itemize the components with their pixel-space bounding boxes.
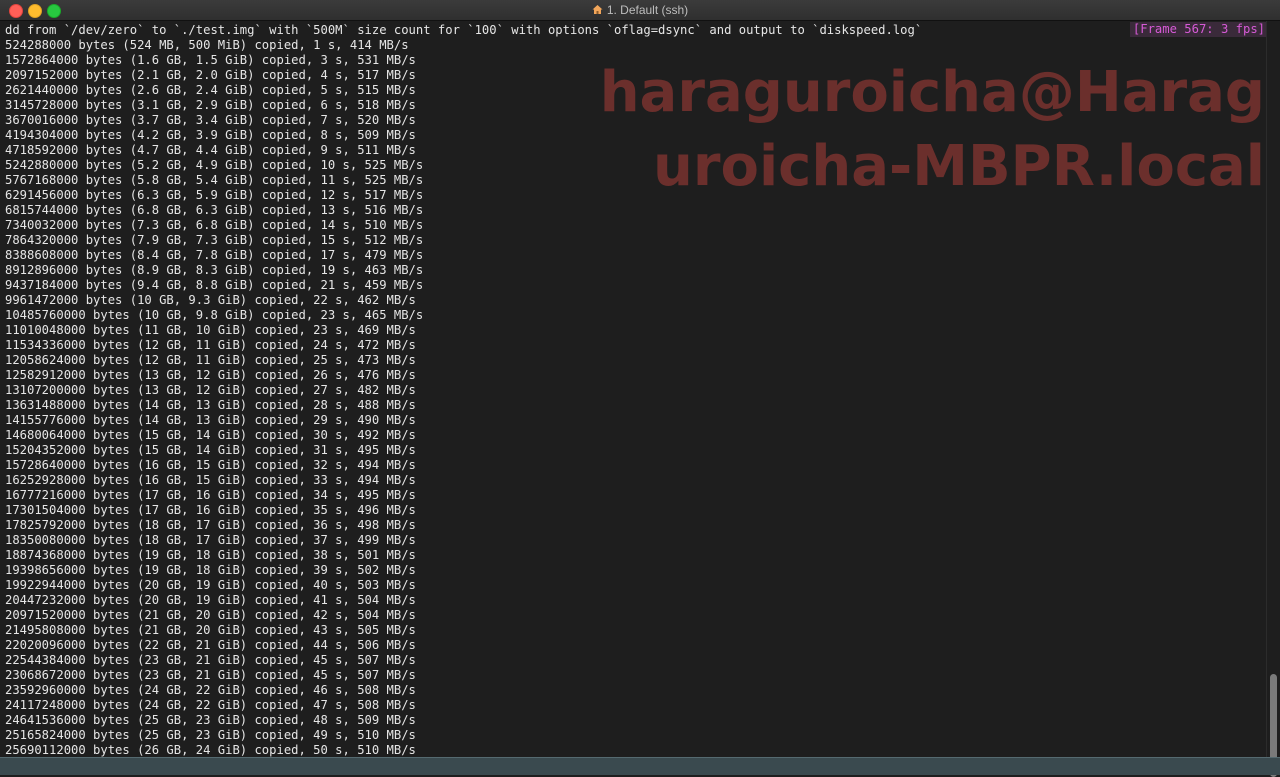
- terminal-line: 17825792000 bytes (18 GB, 17 GiB) copied…: [5, 518, 416, 532]
- watermark-line-2: uroicha-MBPR.local: [653, 134, 1265, 199]
- terminal-line: 14680064000 bytes (15 GB, 14 GiB) copied…: [5, 428, 416, 442]
- hostname-watermark: haraguroicha@Harag uroicha-MBPR.local: [600, 56, 1265, 204]
- terminal-line: 8912896000 bytes (8.9 GB, 8.3 GiB) copie…: [5, 263, 424, 277]
- terminal-line: 16777216000 bytes (17 GB, 16 GiB) copied…: [5, 488, 416, 502]
- window-title-area: 1. Default (ssh): [0, 3, 1280, 17]
- terminal-line: 13107200000 bytes (13 GB, 12 GiB) copied…: [5, 383, 416, 397]
- terminal-line: 25165824000 bytes (25 GB, 23 GiB) copied…: [5, 728, 416, 742]
- terminal-line: 524288000 bytes (524 MB, 500 MiB) copied…: [5, 38, 409, 52]
- terminal-line: 19398656000 bytes (19 GB, 18 GiB) copied…: [5, 563, 416, 577]
- terminal-line: 19922944000 bytes (20 GB, 19 GiB) copied…: [5, 578, 416, 592]
- terminal-line: 24641536000 bytes (25 GB, 23 GiB) copied…: [5, 713, 416, 727]
- terminal-line: 15728640000 bytes (16 GB, 15 GiB) copied…: [5, 458, 416, 472]
- terminal-line: 8388608000 bytes (8.4 GB, 7.8 GiB) copie…: [5, 248, 424, 262]
- terminal-line: 16252928000 bytes (16 GB, 15 GiB) copied…: [5, 473, 416, 487]
- terminal-line: 4718592000 bytes (4.7 GB, 4.4 GiB) copie…: [5, 143, 416, 157]
- terminal-line: 23068672000 bytes (23 GB, 21 GiB) copied…: [5, 668, 416, 682]
- status-bar: [0, 757, 1280, 775]
- terminal-line: 1572864000 bytes (1.6 GB, 1.5 GiB) copie…: [5, 53, 416, 67]
- terminal-line: 9961472000 bytes (10 GB, 9.3 GiB) copied…: [5, 293, 416, 307]
- terminal-line: 3145728000 bytes (3.1 GB, 2.9 GiB) copie…: [5, 98, 416, 112]
- terminal-line: 21495808000 bytes (21 GB, 20 GiB) copied…: [5, 623, 416, 637]
- scrollbar[interactable]: [1266, 21, 1280, 777]
- terminal-line: 15204352000 bytes (15 GB, 14 GiB) copied…: [5, 443, 416, 457]
- terminal-line: 23592960000 bytes (24 GB, 22 GiB) copied…: [5, 683, 416, 697]
- home-icon: [592, 5, 603, 14]
- title-bar[interactable]: 1. Default (ssh): [0, 0, 1280, 21]
- terminal-line: 18874368000 bytes (19 GB, 18 GiB) copied…: [5, 548, 416, 562]
- terminal-line: 22544384000 bytes (23 GB, 21 GiB) copied…: [5, 653, 416, 667]
- terminal-line: 10485760000 bytes (10 GB, 9.8 GiB) copie…: [5, 308, 424, 322]
- terminal-line: 5242880000 bytes (5.2 GB, 4.9 GiB) copie…: [5, 158, 424, 172]
- terminal-line: 17301504000 bytes (17 GB, 16 GiB) copied…: [5, 503, 416, 517]
- terminal-line: 3670016000 bytes (3.7 GB, 3.4 GiB) copie…: [5, 113, 416, 127]
- terminal-line: 25690112000 bytes (26 GB, 24 GiB) copied…: [5, 743, 416, 757]
- terminal-line: 24117248000 bytes (24 GB, 22 GiB) copied…: [5, 698, 416, 712]
- terminal-line: dd from `/dev/zero` to `./test.img` with…: [5, 23, 923, 37]
- terminal-line: 13631488000 bytes (14 GB, 13 GiB) copied…: [5, 398, 416, 412]
- terminal-line: 9437184000 bytes (9.4 GB, 8.8 GiB) copie…: [5, 278, 424, 292]
- terminal-line: 7340032000 bytes (7.3 GB, 6.8 GiB) copie…: [5, 218, 424, 232]
- terminal-line: 22020096000 bytes (22 GB, 21 GiB) copied…: [5, 638, 416, 652]
- terminal-line: 2621440000 bytes (2.6 GB, 2.4 GiB) copie…: [5, 83, 416, 97]
- terminal-line: 11010048000 bytes (11 GB, 10 GiB) copied…: [5, 323, 416, 337]
- terminal-line: 20971520000 bytes (21 GB, 20 GiB) copied…: [5, 608, 416, 622]
- terminal-line: 12582912000 bytes (13 GB, 12 GiB) copied…: [5, 368, 416, 382]
- terminal-line: 6291456000 bytes (6.3 GB, 5.9 GiB) copie…: [5, 188, 424, 202]
- terminal-line: 4194304000 bytes (4.2 GB, 3.9 GiB) copie…: [5, 128, 416, 142]
- window-title: 1. Default (ssh): [606, 3, 689, 17]
- terminal-line: 7864320000 bytes (7.9 GB, 7.3 GiB) copie…: [5, 233, 424, 247]
- terminal-line: 6815744000 bytes (6.8 GB, 6.3 GiB) copie…: [5, 203, 424, 217]
- terminal-line: 18350080000 bytes (18 GB, 17 GiB) copied…: [5, 533, 416, 547]
- terminal-line: 20447232000 bytes (20 GB, 19 GiB) copied…: [5, 593, 416, 607]
- terminal-line: 12058624000 bytes (12 GB, 11 GiB) copied…: [5, 353, 416, 367]
- terminal-line: 2097152000 bytes (2.1 GB, 2.0 GiB) copie…: [5, 68, 416, 82]
- terminal-line: 14155776000 bytes (14 GB, 13 GiB) copied…: [5, 413, 416, 427]
- terminal-line: 5767168000 bytes (5.8 GB, 5.4 GiB) copie…: [5, 173, 424, 187]
- frame-rate-badge: [Frame 567: 3 fps]: [1129, 22, 1268, 37]
- watermark-line-1: haraguroicha@Harag: [599, 60, 1265, 125]
- terminal-line: 11534336000 bytes (12 GB, 11 GiB) copied…: [5, 338, 416, 352]
